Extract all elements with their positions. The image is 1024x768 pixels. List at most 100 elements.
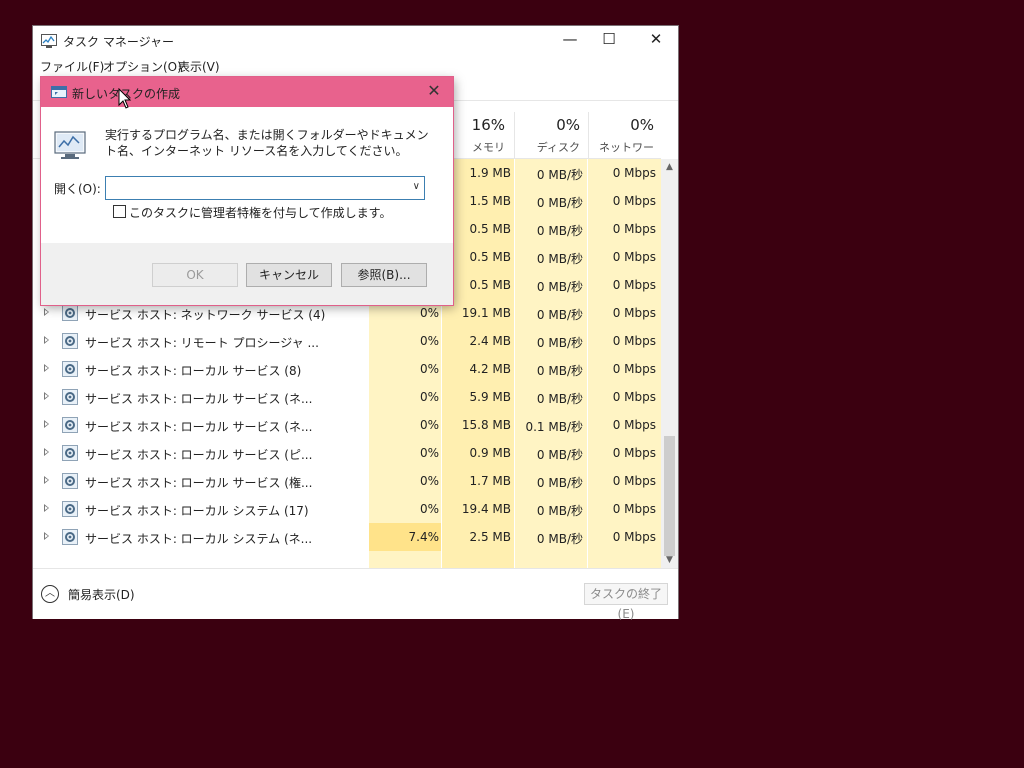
mouse-cursor-icon bbox=[118, 88, 132, 109]
scroll-thumb[interactable] bbox=[664, 436, 675, 556]
network-cell: 0 Mbps bbox=[612, 474, 656, 488]
run-icon bbox=[51, 86, 67, 98]
memory-cell: 0.5 MB bbox=[469, 250, 511, 264]
expand-arrow-icon[interactable] bbox=[44, 532, 49, 540]
network-cell: 0 Mbps bbox=[612, 166, 656, 180]
disk-column-header[interactable]: 0% ディスク bbox=[514, 112, 588, 158]
menu-view[interactable]: 表示(V) bbox=[178, 58, 220, 75]
table-row[interactable]: サービス ホスト: ローカル サービス (ネ... 0% 5.9 MB 0 MB/秒 0… bbox=[33, 383, 661, 411]
open-label: 開く(O): bbox=[54, 182, 101, 196]
service-host-icon bbox=[62, 417, 78, 433]
service-host-icon bbox=[62, 445, 78, 461]
disk-cell: 0 MB/秒 bbox=[536, 280, 583, 294]
network-cell: 0 Mbps bbox=[612, 306, 656, 320]
chevron-up-icon[interactable]: ︿ bbox=[41, 585, 59, 603]
memory-cell: 0.5 MB bbox=[469, 222, 511, 236]
service-host-icon bbox=[62, 333, 78, 349]
expand-arrow-icon[interactable] bbox=[44, 504, 49, 512]
process-name: サービス ホスト: ローカル サービス (権... bbox=[85, 476, 313, 490]
open-combobox[interactable]: ∨ bbox=[105, 176, 425, 200]
table-row[interactable]: サービス ホスト: ローカル サービス (権... 0% 1.7 MB 0 MB/秒 0… bbox=[33, 467, 661, 495]
cpu-cell: 0% bbox=[419, 418, 439, 432]
network-cell: 0 Mbps bbox=[612, 502, 656, 516]
expand-arrow-icon[interactable] bbox=[44, 392, 49, 400]
dialog-close-icon[interactable]: ✕ bbox=[419, 79, 449, 103]
table-row[interactable]: サービス ホスト: ローカル サービス (ネ... 0% 15.8 MB 0.1 MB… bbox=[33, 411, 661, 439]
disk-cell: 0 MB/秒 bbox=[536, 392, 583, 406]
table-row[interactable]: サービス ホスト: リモート プロシージャ ... 0% 2.4 MB 0 MB/秒 0… bbox=[33, 327, 661, 355]
expand-arrow-icon[interactable] bbox=[44, 476, 49, 484]
expand-arrow-icon[interactable] bbox=[44, 336, 49, 344]
disk-cell: 0 MB/秒 bbox=[536, 196, 583, 210]
memory-cell: 4.2 MB bbox=[469, 362, 511, 376]
service-host-icon bbox=[62, 473, 78, 489]
network-cell: 0 Mbps bbox=[612, 278, 656, 292]
expand-arrow-icon[interactable] bbox=[44, 448, 49, 456]
service-host-icon bbox=[62, 501, 78, 517]
admin-checkbox[interactable] bbox=[113, 205, 126, 218]
task-manager-icon bbox=[41, 34, 57, 48]
scroll-down-icon[interactable]: ▼ bbox=[664, 555, 675, 565]
cpu-cell: 0% bbox=[419, 306, 439, 320]
menu-file[interactable]: ファイル(F) bbox=[40, 58, 104, 75]
cpu-cell: 7.4% bbox=[408, 530, 440, 544]
run-program-icon bbox=[54, 131, 86, 159]
title-bar[interactable]: タスク マネージャー — ☐ ✕ bbox=[33, 26, 678, 54]
network-cell: 0 Mbps bbox=[612, 334, 656, 348]
cpu-cell: 0% bbox=[419, 334, 439, 348]
network-cell: 0 Mbps bbox=[612, 222, 656, 236]
network-cell: 0 Mbps bbox=[612, 530, 656, 544]
admin-checkbox-label[interactable]: このタスクに管理者特権を付与して作成します。 bbox=[129, 204, 391, 221]
dialog-description: 実行するプログラム名、または開くフォルダーやドキュメント名、インターネット リソ… bbox=[105, 128, 429, 158]
network-cell: 0 Mbps bbox=[612, 194, 656, 208]
expand-arrow-icon[interactable] bbox=[44, 364, 49, 372]
service-host-icon bbox=[62, 389, 78, 405]
vertical-scrollbar[interactable]: ▲ ▼ bbox=[661, 159, 678, 568]
process-name: サービス ホスト: ローカル サービス (ネ... bbox=[85, 392, 313, 406]
menu-bar: ファイル(F) オプション(O) 表示(V) bbox=[33, 56, 678, 76]
memory-cell: 2.5 MB bbox=[469, 530, 511, 544]
memory-cell: 2.4 MB bbox=[469, 334, 511, 348]
memory-label: メモリ bbox=[472, 141, 505, 154]
table-row[interactable]: サービス ホスト: ローカル システム (ネ... 7.4% 2.5 MB 0 MB/… bbox=[33, 523, 661, 551]
disk-percent: 0% bbox=[556, 116, 580, 134]
process-name: サービス ホスト: ローカル サービス (ピ... bbox=[85, 448, 313, 462]
ok-button[interactable]: OK bbox=[152, 263, 238, 287]
disk-cell: 0 MB/秒 bbox=[536, 168, 583, 182]
network-cell: 0 Mbps bbox=[612, 250, 656, 264]
disk-cell: 0 MB/秒 bbox=[536, 448, 583, 462]
browse-button[interactable]: 参照(B)... bbox=[341, 263, 427, 287]
table-row[interactable]: サービス ホスト: ローカル サービス (8) 0% 4.2 MB 0 MB/秒 0 M… bbox=[33, 355, 661, 383]
cancel-button[interactable]: キャンセル bbox=[246, 263, 332, 287]
process-name: サービス ホスト: ローカル サービス (ネ... bbox=[85, 420, 313, 434]
dialog-title-bar[interactable]: 新しいタスクの作成 ✕ bbox=[41, 77, 453, 107]
service-host-icon bbox=[62, 529, 78, 545]
table-row[interactable]: サービス ホスト: ローカル サービス (ピ... 0% 0.9 MB 0 MB/秒 0… bbox=[33, 439, 661, 467]
network-cell: 0 Mbps bbox=[612, 446, 656, 460]
network-cell: 0 Mbps bbox=[612, 362, 656, 376]
expand-arrow-icon[interactable] bbox=[44, 308, 49, 316]
process-name: サービス ホスト: ローカル サービス (8) bbox=[85, 364, 302, 378]
expand-arrow-icon[interactable] bbox=[44, 420, 49, 428]
memory-cell: 15.8 MB bbox=[461, 418, 511, 432]
memory-cell: 1.7 MB bbox=[469, 474, 511, 488]
end-task-button[interactable]: タスクの終了(E) bbox=[584, 583, 668, 621]
scroll-up-icon[interactable]: ▲ bbox=[664, 162, 675, 172]
process-name: サービス ホスト: ローカル システム (17) bbox=[85, 504, 309, 518]
maximize-button[interactable]: ☐ bbox=[586, 26, 632, 54]
memory-cell: 5.9 MB bbox=[469, 390, 511, 404]
chevron-down-icon[interactable]: ∨ bbox=[413, 181, 420, 192]
disk-cell: 0 MB/秒 bbox=[536, 364, 583, 378]
window-title: タスク マネージャー bbox=[63, 35, 174, 49]
cpu-cell: 0% bbox=[419, 390, 439, 404]
table-row[interactable]: サービス ホスト: ローカル システム (17) 0% 19.4 MB 0 MB/秒 0… bbox=[33, 495, 661, 523]
memory-percent: 16% bbox=[471, 116, 505, 134]
network-column-header[interactable]: 0% ネットワーク bbox=[588, 112, 662, 170]
disk-cell: 0.1 MB/秒 bbox=[525, 420, 583, 434]
network-cell: 0 Mbps bbox=[612, 418, 656, 432]
menu-options[interactable]: オプション(O) bbox=[103, 58, 182, 75]
close-button[interactable]: ✕ bbox=[633, 26, 679, 54]
memory-cell: 0.5 MB bbox=[469, 278, 511, 292]
network-cell: 0 Mbps bbox=[612, 390, 656, 404]
simple-view-link[interactable]: 簡易表示(D) bbox=[68, 586, 135, 603]
